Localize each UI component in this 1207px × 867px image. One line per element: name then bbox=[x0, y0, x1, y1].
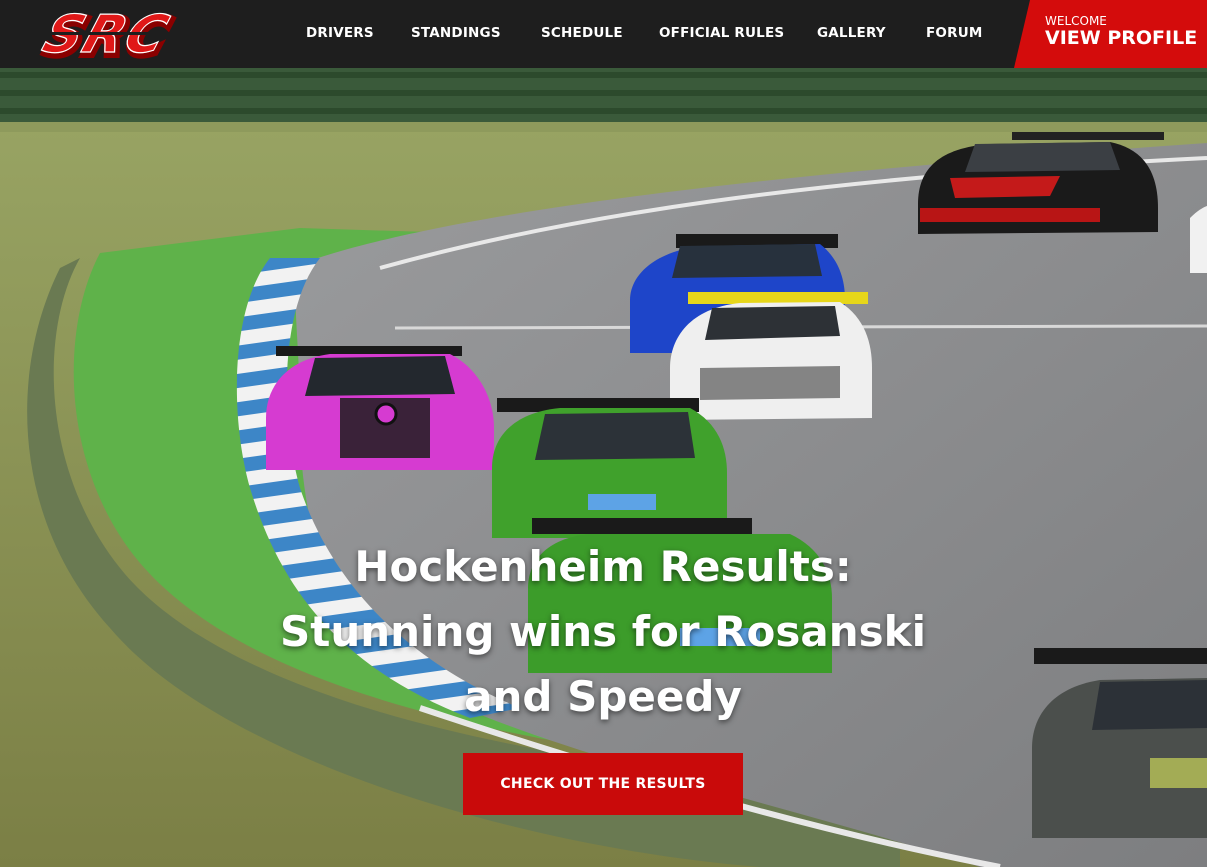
nav-drivers[interactable]: DRIVERS bbox=[306, 25, 374, 41]
welcome-label: WELCOME bbox=[1045, 14, 1107, 28]
headline-line-2: Stunning wins for Rosanski bbox=[280, 607, 926, 656]
check-out-results-button[interactable]: CHECK OUT THE RESULTS bbox=[463, 753, 743, 815]
main-nav: DRIVERS STANDINGS SCHEDULE OFFICIAL RULE… bbox=[0, 0, 1010, 68]
hero-banner: Hockenheim Results: Stunning wins for Ro… bbox=[0, 68, 1207, 867]
headline-line-3: and Speedy bbox=[464, 672, 742, 721]
top-navigation-bar: SRC SRC DRIVERS STANDINGS SCHEDULE OFFIC… bbox=[0, 0, 1207, 68]
view-profile-label: VIEW PROFILE bbox=[1045, 27, 1198, 49]
nav-gallery[interactable]: GALLERY bbox=[817, 25, 886, 41]
car-green-front bbox=[492, 398, 727, 538]
car-pink bbox=[266, 346, 494, 470]
nav-standings[interactable]: STANDINGS bbox=[411, 25, 501, 41]
nav-official-rules[interactable]: OFFICIAL RULES bbox=[659, 25, 784, 41]
view-profile-button[interactable]: WELCOME VIEW PROFILE bbox=[1014, 0, 1207, 68]
headline-line-1: Hockenheim Results: bbox=[354, 542, 852, 591]
hero-headline: Hockenheim Results: Stunning wins for Ro… bbox=[200, 534, 1006, 729]
nav-schedule[interactable]: SCHEDULE bbox=[541, 25, 623, 41]
race-scene-image bbox=[0, 68, 1207, 867]
nav-forum[interactable]: FORUM bbox=[926, 25, 983, 41]
